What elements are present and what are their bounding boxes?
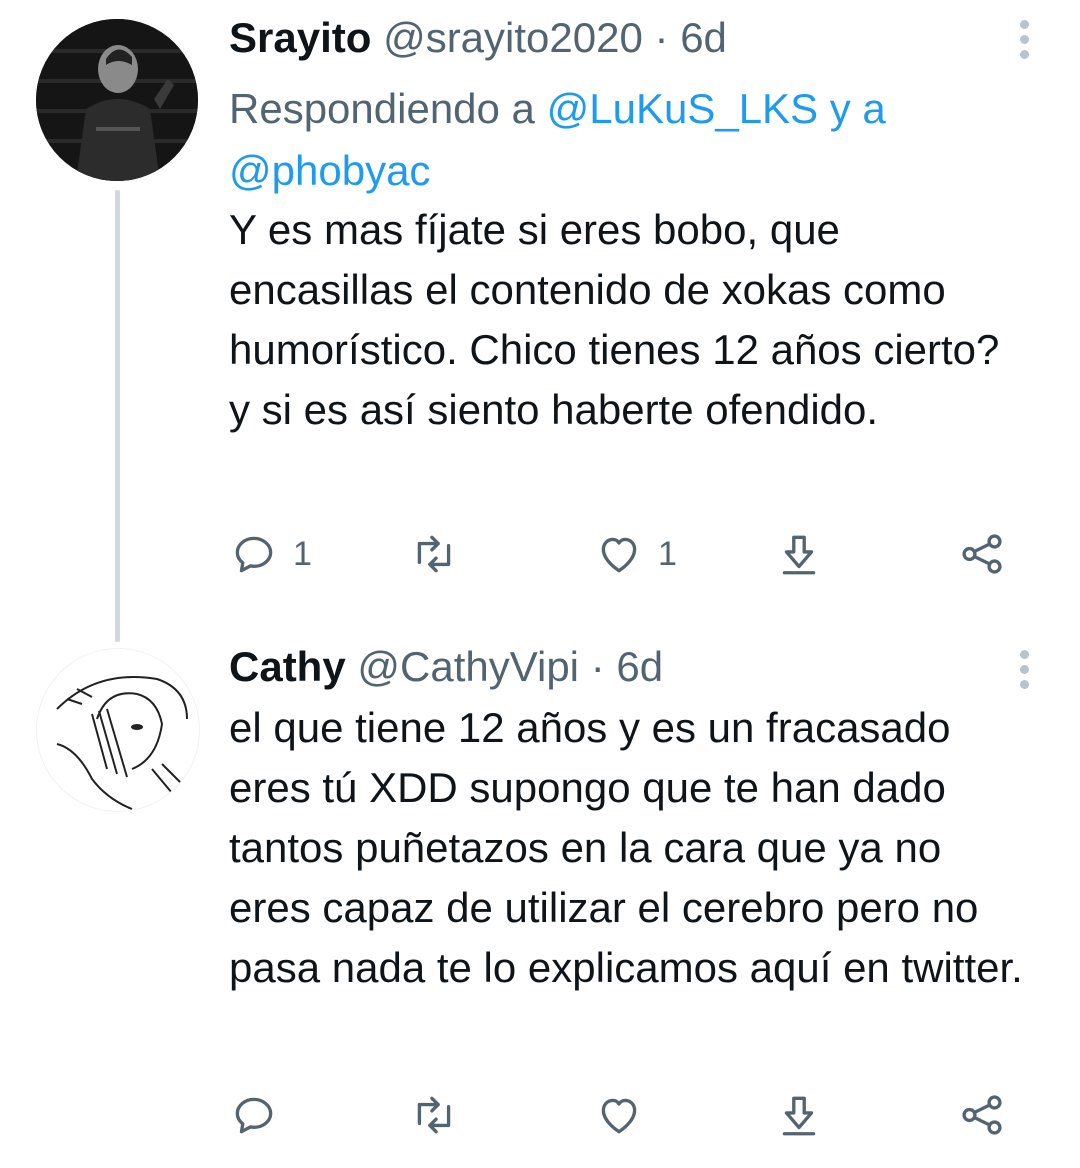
thread-connector-line [115,190,120,642]
tweet-header: Srayito @srayito2020 · 6d [229,16,727,60]
like-button[interactable] [594,1085,658,1145]
user-handle[interactable]: @srayito2020 [383,14,643,61]
reply-count: 1 [293,534,312,573]
avatar-sketch-drawing-icon [37,649,199,811]
timestamp[interactable]: 6d [680,14,727,61]
download-icon [782,535,816,575]
mention-link[interactable]: @LuKuS_LKS [547,85,818,132]
share-button[interactable] [957,524,1007,584]
reply-icon [235,1097,273,1134]
share-button[interactable] [957,1085,1007,1145]
download-icon [782,1096,816,1136]
avatar[interactable] [36,648,200,812]
retweet-button[interactable] [409,1085,473,1145]
timestamp[interactable]: 6d [616,643,663,690]
heart-icon [601,537,637,573]
save-button[interactable] [774,1085,824,1145]
tweet-text: Y es mas fíjate si eres bobo, que encasi… [229,206,1000,433]
retweet-icon [417,535,451,573]
user-handle[interactable]: @CathyVipi [357,643,579,690]
tweet-actions [229,1085,1039,1145]
separator-dot: · [654,14,669,61]
share-icon [962,1095,1002,1135]
more-options-icon[interactable] [1018,20,1030,65]
like-count: 1 [658,534,677,573]
retweet-button[interactable] [409,524,473,584]
avatar[interactable] [36,19,198,181]
reply-icon [235,536,273,573]
reply-button[interactable]: 1 [229,524,312,584]
share-icon [962,534,1002,574]
replying-to-label: Respondiendo a [229,85,535,132]
reply-button[interactable] [229,1085,293,1145]
display-name[interactable]: Cathy [229,643,346,690]
like-button[interactable]: 1 [594,524,677,584]
separator-dot: · [590,643,605,690]
tweet-actions: 1 1 [229,524,1039,584]
replying-to-joiner[interactable]: y a [830,85,886,132]
avatar-man-photo-icon [36,19,198,181]
mention-link[interactable]: @phobyac [229,147,430,194]
replying-to: Respondiendo a @LuKuS_LKS y a @phobyac [229,78,949,202]
heart-icon [601,1098,637,1134]
more-options-icon[interactable] [1018,650,1030,695]
tweet-text: el que tiene 12 años y es un fracasado e… [229,704,1023,991]
retweet-icon [417,1096,451,1134]
display-name[interactable]: Srayito [229,14,371,61]
tweet-header: Cathy @CathyVipi · 6d [229,645,663,689]
save-button[interactable] [774,524,824,584]
